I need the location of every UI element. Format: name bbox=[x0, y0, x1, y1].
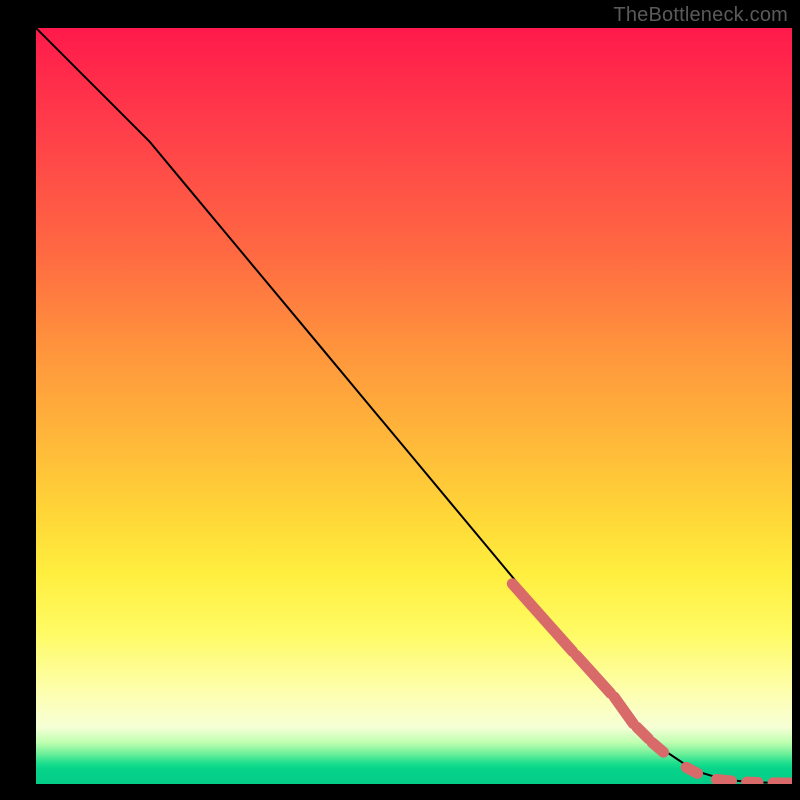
marker-segment bbox=[686, 767, 697, 773]
chart-stage: TheBottleneck.com bbox=[0, 0, 800, 800]
marker-segment bbox=[614, 697, 633, 723]
marker-segment bbox=[652, 742, 663, 752]
highlight-markers bbox=[512, 584, 792, 783]
marker-segment bbox=[716, 780, 731, 782]
plot-area bbox=[36, 28, 792, 784]
marker-segment bbox=[512, 584, 573, 652]
marker-segment bbox=[637, 727, 648, 738]
bottleneck-curve bbox=[36, 28, 792, 783]
watermark-text: TheBottleneck.com bbox=[613, 4, 788, 27]
marker-segment bbox=[577, 656, 611, 694]
chart-overlay bbox=[36, 28, 792, 784]
